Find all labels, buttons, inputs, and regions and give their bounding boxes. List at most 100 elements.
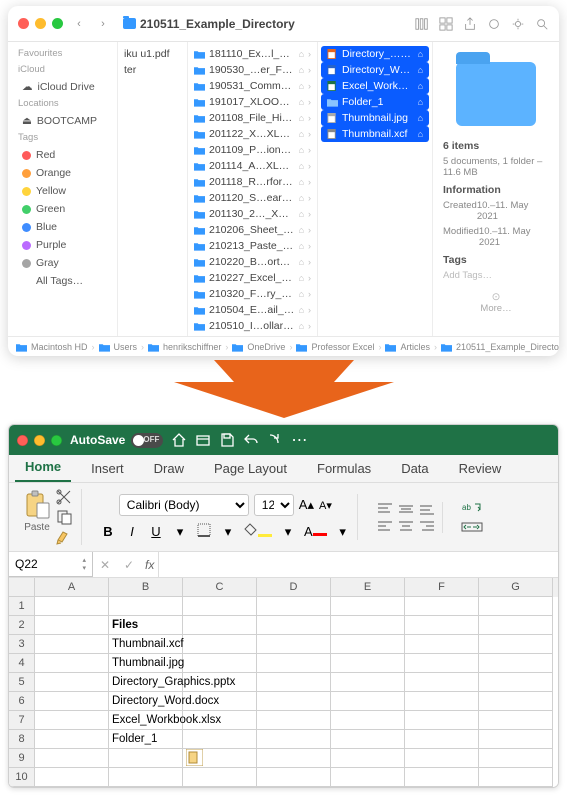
path-segment[interactable]: OneDrive — [247, 342, 285, 352]
row-header[interactable]: 10 — [9, 768, 35, 787]
home-icon[interactable] — [171, 432, 187, 448]
cell[interactable] — [35, 768, 109, 787]
cell[interactable] — [257, 692, 331, 711]
cut-icon[interactable] — [55, 489, 75, 505]
cell[interactable] — [331, 597, 405, 616]
cell[interactable] — [183, 730, 257, 749]
cell[interactable] — [405, 616, 479, 635]
file-row[interactable]: 201120_S…eart_Rate⌂› — [188, 190, 317, 206]
cell[interactable] — [405, 730, 479, 749]
italic-button[interactable]: I — [124, 524, 140, 539]
cell[interactable] — [109, 768, 183, 787]
cell[interactable] — [479, 768, 553, 787]
cell[interactable] — [405, 654, 479, 673]
file-row[interactable]: 191017_XLOOKUP⌂› — [188, 94, 317, 110]
fx-icon[interactable]: fx — [141, 558, 158, 572]
file-row[interactable]: 210504_E…ail_Sheet⌂› — [188, 302, 317, 318]
paste-icon[interactable] — [23, 489, 51, 519]
cell[interactable] — [479, 635, 553, 654]
column-header[interactable]: D — [257, 578, 331, 597]
cell[interactable] — [257, 749, 331, 768]
font-color-dropdown[interactable]: ▾ — [335, 524, 351, 540]
font-name-select[interactable]: Calibri (Body) — [119, 494, 249, 516]
path-segment[interactable]: Users — [114, 342, 138, 352]
cell[interactable] — [183, 635, 257, 654]
cell[interactable]: Folder_1 — [109, 730, 183, 749]
file-row[interactable]: 201114_A…XLOOKUP⌂› — [188, 158, 317, 174]
cell[interactable] — [257, 654, 331, 673]
grow-font[interactable]: A▴ — [299, 497, 314, 513]
cell[interactable] — [479, 730, 553, 749]
cell[interactable] — [35, 673, 109, 692]
path-segment[interactable]: henrikschiffner — [163, 342, 221, 352]
enter-formula-icon[interactable]: ✓ — [117, 558, 141, 572]
group-icon[interactable] — [439, 17, 453, 31]
cell[interactable] — [331, 654, 405, 673]
file-row[interactable]: 210220_B…ort_Table⌂› — [188, 254, 317, 270]
tab-data[interactable]: Data — [391, 457, 438, 482]
align-center[interactable] — [397, 519, 415, 533]
cell[interactable] — [331, 673, 405, 692]
wrap-text[interactable]: ab — [461, 501, 483, 515]
cell[interactable] — [331, 635, 405, 654]
more-icon[interactable]: ⋯ — [291, 430, 307, 450]
cell[interactable] — [35, 711, 109, 730]
select-all-corner[interactable] — [9, 578, 35, 597]
cell[interactable] — [479, 673, 553, 692]
search-icon[interactable] — [535, 17, 549, 31]
preview-tags-placeholder[interactable]: Add Tags… — [443, 270, 492, 281]
cell[interactable] — [479, 711, 553, 730]
cell[interactable] — [183, 673, 257, 692]
file-row[interactable]: 181110_Ex…l_Training⌂› — [188, 46, 317, 62]
file-row[interactable]: 201109_P…ion_Mode⌂› — [188, 142, 317, 158]
name-box[interactable]: Q22 ▴▾ — [9, 552, 93, 577]
paste-label[interactable]: Paste — [23, 522, 51, 533]
file-row[interactable]: 210227_Excel_Quiz⌂› — [188, 270, 317, 286]
cell[interactable]: Directory_Word.docx — [109, 692, 183, 711]
cell[interactable] — [257, 635, 331, 654]
file-row[interactable]: iku u1.pdf — [118, 46, 187, 62]
cell[interactable] — [35, 597, 109, 616]
cell[interactable] — [35, 616, 109, 635]
cell[interactable] — [183, 654, 257, 673]
sidebar-item[interactable]: Purple — [12, 236, 113, 254]
redo-icon[interactable] — [267, 432, 283, 448]
font-color-button[interactable]: A — [304, 524, 327, 539]
cell[interactable] — [479, 616, 553, 635]
file-row[interactable]: Directory_Word.docx⌂ — [321, 62, 429, 78]
forward-button[interactable]: › — [95, 16, 111, 32]
align-bottom[interactable] — [418, 502, 436, 516]
preview-more[interactable]: More… — [480, 303, 511, 314]
cell[interactable]: Thumbnail.xcf — [109, 635, 183, 654]
cell[interactable] — [109, 749, 183, 768]
cell[interactable]: Thumbnail.jpg — [109, 654, 183, 673]
font-size-select[interactable]: 12 — [254, 494, 294, 516]
finder-pathbar[interactable]: Macintosh HD›Users›henrikschiffner›OneDr… — [8, 336, 559, 356]
window-traffic-lights[interactable] — [18, 18, 63, 29]
row-header[interactable]: 7 — [9, 711, 35, 730]
path-segment[interactable]: Professor Excel — [311, 342, 374, 352]
column-header[interactable]: B — [109, 578, 183, 597]
copy-icon[interactable] — [55, 509, 75, 525]
row-header[interactable]: 8 — [9, 730, 35, 749]
cell[interactable] — [405, 635, 479, 654]
paste-options-icon[interactable] — [186, 749, 203, 766]
autosave-toggle[interactable]: OFF — [131, 433, 163, 448]
cell[interactable] — [405, 768, 479, 787]
open-icon[interactable] — [195, 432, 211, 448]
cell[interactable] — [405, 673, 479, 692]
tab-review[interactable]: Review — [449, 457, 512, 482]
formula-input[interactable] — [158, 552, 558, 577]
column-header[interactable]: F — [405, 578, 479, 597]
file-row[interactable]: 210213_Paste_Links⌂› — [188, 238, 317, 254]
cell[interactable] — [35, 730, 109, 749]
sidebar-item[interactable]: Red — [12, 146, 113, 164]
merge-cells[interactable] — [461, 520, 483, 534]
tab-home[interactable]: Home — [15, 455, 71, 482]
cell[interactable] — [35, 749, 109, 768]
cell[interactable] — [183, 711, 257, 730]
window-traffic-lights[interactable] — [17, 435, 62, 446]
tag-icon[interactable] — [487, 17, 501, 31]
action-icon[interactable] — [511, 17, 525, 31]
file-row[interactable]: 210510_I…ollar_Signs⌂› — [188, 318, 317, 334]
